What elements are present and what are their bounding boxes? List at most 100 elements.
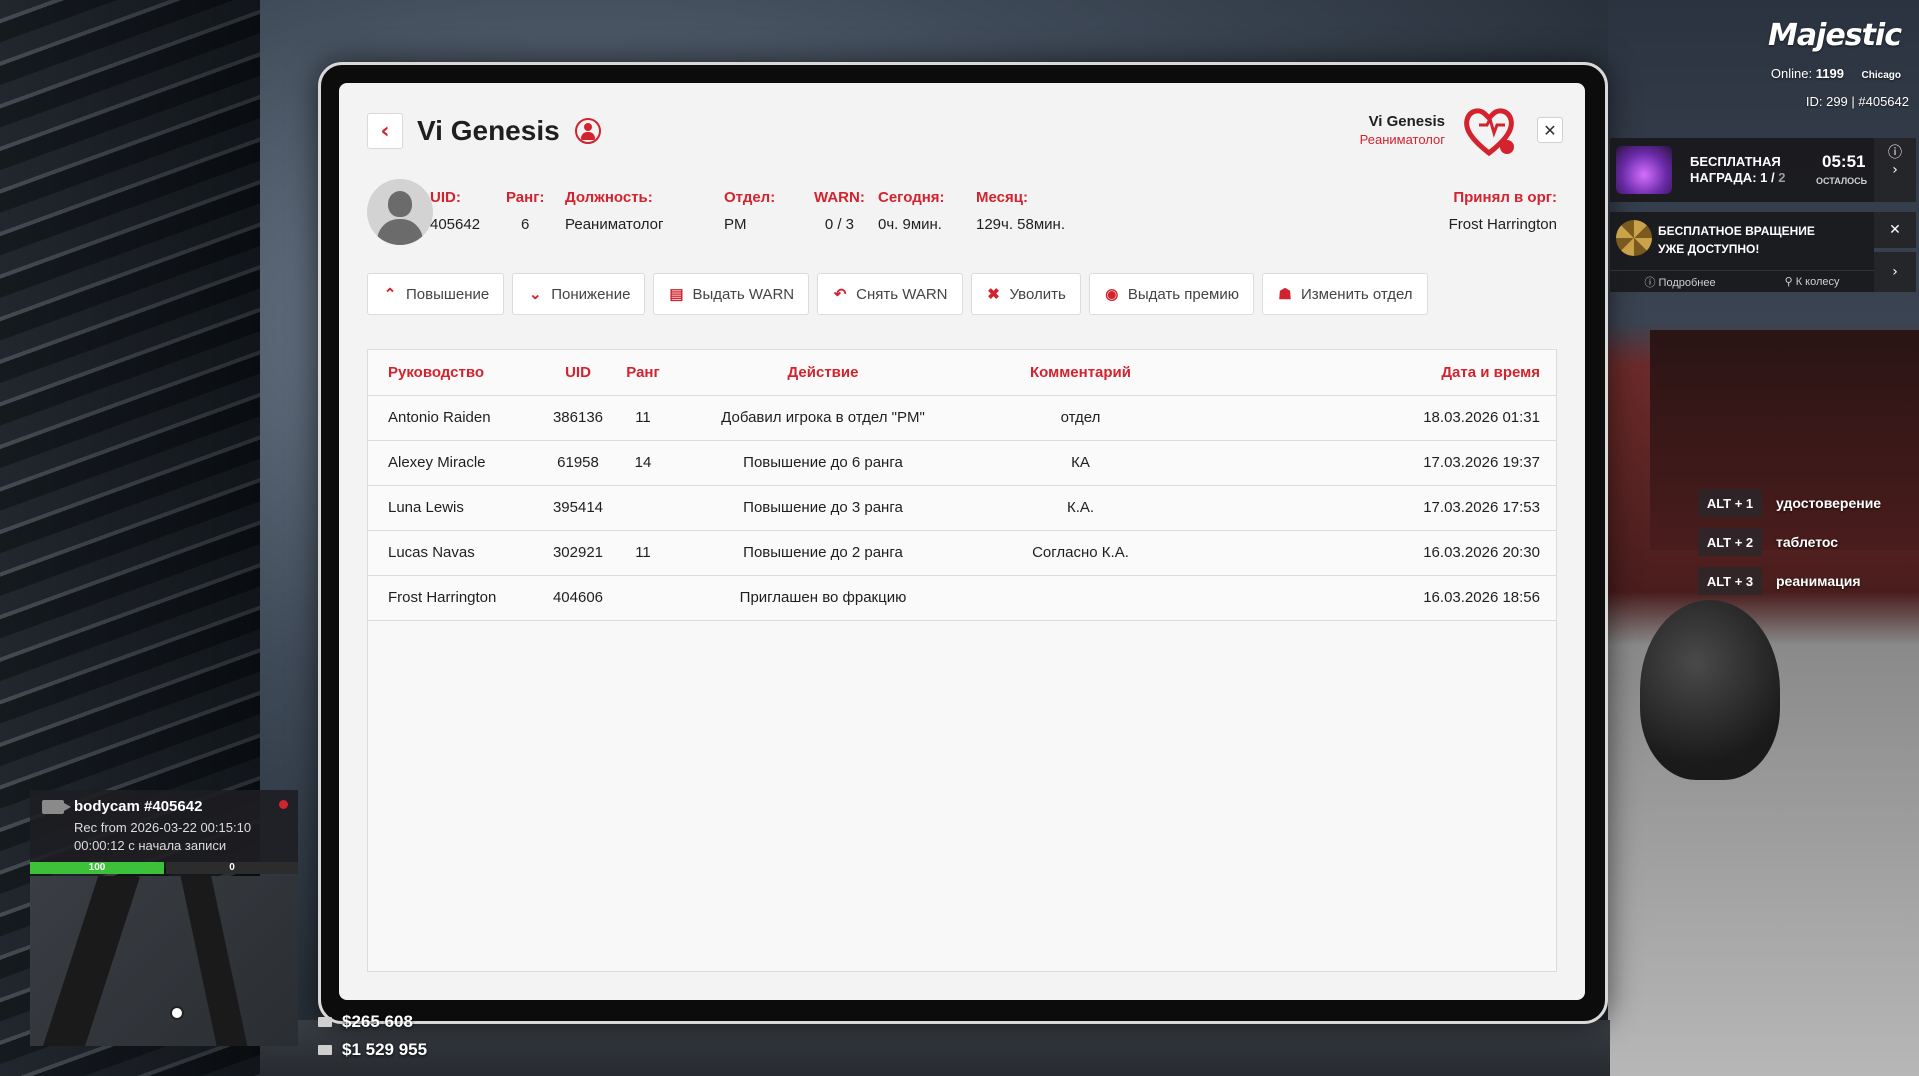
server-name: Chicago — [1861, 70, 1901, 81]
change-department-button[interactable]: ☗ Изменить отдел — [1261, 273, 1428, 315]
reward-title-line2: НАГРАДА: 1 / 2 — [1690, 170, 1785, 186]
table-row: Antonio Raiden 386136 11 Добавил игрока … — [368, 395, 1556, 441]
table-header-row: Руководство UID Ранг Действие Комментари… — [368, 350, 1556, 396]
info-today: Сегодня: 0ч. 9мин. — [878, 189, 945, 233]
cell-rank — [623, 485, 663, 531]
spin-wheel-label: К колесу — [1795, 276, 1840, 288]
info-value: 0ч. 9мин. — [878, 216, 942, 233]
cell-comment: К.А. — [983, 485, 1178, 531]
cell-datetime: 16.03.2026 20:30 — [1178, 530, 1556, 576]
reward-title-line1: БЕСПЛАТНАЯ — [1690, 154, 1781, 169]
cell-datetime: 17.03.2026 19:37 — [1178, 440, 1556, 486]
close-icon: ✕ — [1543, 120, 1557, 140]
cell-manager: Alexey Miracle — [368, 440, 533, 486]
cell-rank: 14 — [623, 440, 663, 486]
close-button[interactable]: ✕ — [1537, 117, 1563, 143]
column-header-datetime: Дата и время — [1178, 350, 1556, 396]
cell-action: Повышение до 3 ранга — [663, 485, 983, 531]
info-icon[interactable]: ⓘ — [1874, 138, 1916, 166]
cash-value: $265 608 — [342, 1012, 413, 1031]
online-count: 1199 — [1815, 66, 1844, 81]
health-value: 100 — [88, 862, 106, 873]
page-title: Vi Genesis — [417, 115, 560, 146]
card-icon — [318, 1045, 332, 1055]
column-header-action: Действие — [663, 350, 983, 396]
info-department: Отдел: PM — [724, 189, 775, 233]
free-reward-card[interactable]: БЕСПЛАТНАЯ НАГРАДА: 1 / 2 05:51 ОСТАЛОСЬ — [1610, 138, 1874, 202]
spin-title: БЕСПЛАТНОЕ ВРАЩЕНИЕ УЖЕ ДОСТУПНО! — [1658, 222, 1815, 258]
promote-button[interactable]: ⌃ Повышение — [367, 273, 505, 315]
hotkey-list: ALT + 1 удостоверение ALT + 2 таблетос A… — [1698, 488, 1881, 605]
cell-comment: КА — [983, 440, 1178, 486]
column-header-uid: UID — [533, 350, 623, 396]
reward-title: БЕСПЛАТНАЯ НАГРАДА: 1 / 2 — [1690, 154, 1785, 186]
cell-uid: 61958 — [533, 440, 623, 486]
cell-datetime: 17.03.2026 17:53 — [1178, 485, 1556, 531]
info-accepted-by: Принял в орг: Frost Harrington — [1449, 189, 1557, 233]
bank-amount: $1 529 955 — [318, 1040, 427, 1060]
chevron-up-icon: ⌃ — [383, 286, 397, 303]
map-road — [40, 876, 140, 1046]
table-row: Lucas Navas 302921 11 Повышение до 2 ран… — [368, 530, 1556, 576]
bank-value: $1 529 955 — [342, 1040, 428, 1059]
spin-expand-button[interactable]: › — [1874, 252, 1916, 292]
spin-line2: УЖЕ ДОСТУПНО! — [1658, 242, 1760, 256]
dismiss-button[interactable]: ✖ Уволить — [970, 273, 1081, 315]
brand-logo: Majestic — [1768, 18, 1902, 53]
column-header-manager: Руководство — [368, 350, 533, 396]
info-label: Отдел: — [724, 189, 776, 206]
info-label: Принял в орг: — [1453, 189, 1557, 206]
table-row: Alexey Miracle 61958 14 Повышение до 6 р… — [368, 440, 1556, 486]
avatar — [367, 179, 433, 245]
cell-datetime: 18.03.2026 01:31 — [1178, 395, 1556, 441]
bonus-coin-icon: ◉ — [1105, 286, 1119, 303]
info-position: Должность: Реаниматолог — [565, 189, 663, 233]
info-warn: WARN: 0 / 3 — [814, 189, 865, 233]
dismiss-icon: ✖ — [987, 286, 1000, 303]
spin-details-label: Подробнее — [1658, 276, 1716, 289]
chevron-left-icon: ‹ — [380, 118, 390, 144]
info-label: Сегодня: — [878, 189, 945, 206]
cell-action: Повышение до 6 ранга — [663, 440, 983, 486]
back-button[interactable]: ‹ — [367, 113, 403, 149]
info-value: 405642 — [430, 216, 481, 233]
remove-warn-button[interactable]: ↶ Снять WARN — [817, 273, 963, 315]
player-id: ID: 299 | #405642 — [1805, 94, 1909, 109]
hotkey-key: ALT + 1 — [1698, 489, 1762, 517]
employee-badge-icon — [575, 118, 601, 144]
heart-logo-icon — [1464, 108, 1514, 157]
cell-uid: 386136 — [533, 395, 623, 441]
spin-wheel-link[interactable]: ⚲ К колесу — [1785, 275, 1840, 288]
cell-action: Повышение до 2 ранга — [663, 530, 983, 576]
reward-image-icon — [1616, 146, 1672, 194]
table-row: Frost Harrington 404606 Приглашен во фра… — [368, 575, 1556, 621]
cell-manager: Luna Lewis — [368, 485, 533, 531]
spin-details-link[interactable]: ⓘ Подробнее — [1644, 274, 1715, 290]
recording-dot-icon — [279, 800, 288, 809]
cell-action: Добавил игрока в отдел "PM" — [663, 395, 983, 441]
info-value: 129ч. 58мин. — [976, 216, 1066, 233]
cell-rank: 11 — [623, 395, 663, 441]
demote-button[interactable]: ⌄ Понижение — [512, 273, 646, 315]
hotkey-item: ALT + 3 реанимация — [1698, 566, 1881, 596]
info-label: Месяц: — [976, 189, 1028, 206]
brand-text: Majestic — [1768, 18, 1902, 53]
give-bonus-label: Выдать премию — [1127, 285, 1239, 303]
bodycam-title: bodycam #405642 — [74, 798, 203, 815]
hotkey-key: ALT + 3 — [1698, 567, 1762, 595]
reward-progress: НАГРАДА: 1 / — [1690, 170, 1775, 185]
status-bars: 100 0 — [30, 862, 298, 874]
info-value: Реаниматолог — [565, 216, 664, 233]
spin-close-button[interactable]: ✕ — [1874, 212, 1916, 248]
spin-links: ⓘ Подробнее ⚲ К колесу — [1610, 270, 1874, 292]
cell-comment: Согласно К.А. — [983, 530, 1178, 576]
give-bonus-button[interactable]: ◉ Выдать премию — [1088, 273, 1254, 315]
current-user-block: Vi Genesis Реаниматолог — [1360, 113, 1445, 147]
hotkey-item: ALT + 1 удостоверение — [1698, 488, 1881, 518]
cash-icon — [318, 1017, 332, 1027]
background-floor — [260, 1020, 1610, 1076]
hotkey-label: таблетос — [1776, 534, 1839, 550]
cell-rank — [623, 575, 663, 621]
bodycam-rec: Rec from 2026-03-22 00:15:10 — [74, 820, 252, 835]
issue-warn-button[interactable]: ▤ Выдать WARN — [653, 273, 810, 315]
